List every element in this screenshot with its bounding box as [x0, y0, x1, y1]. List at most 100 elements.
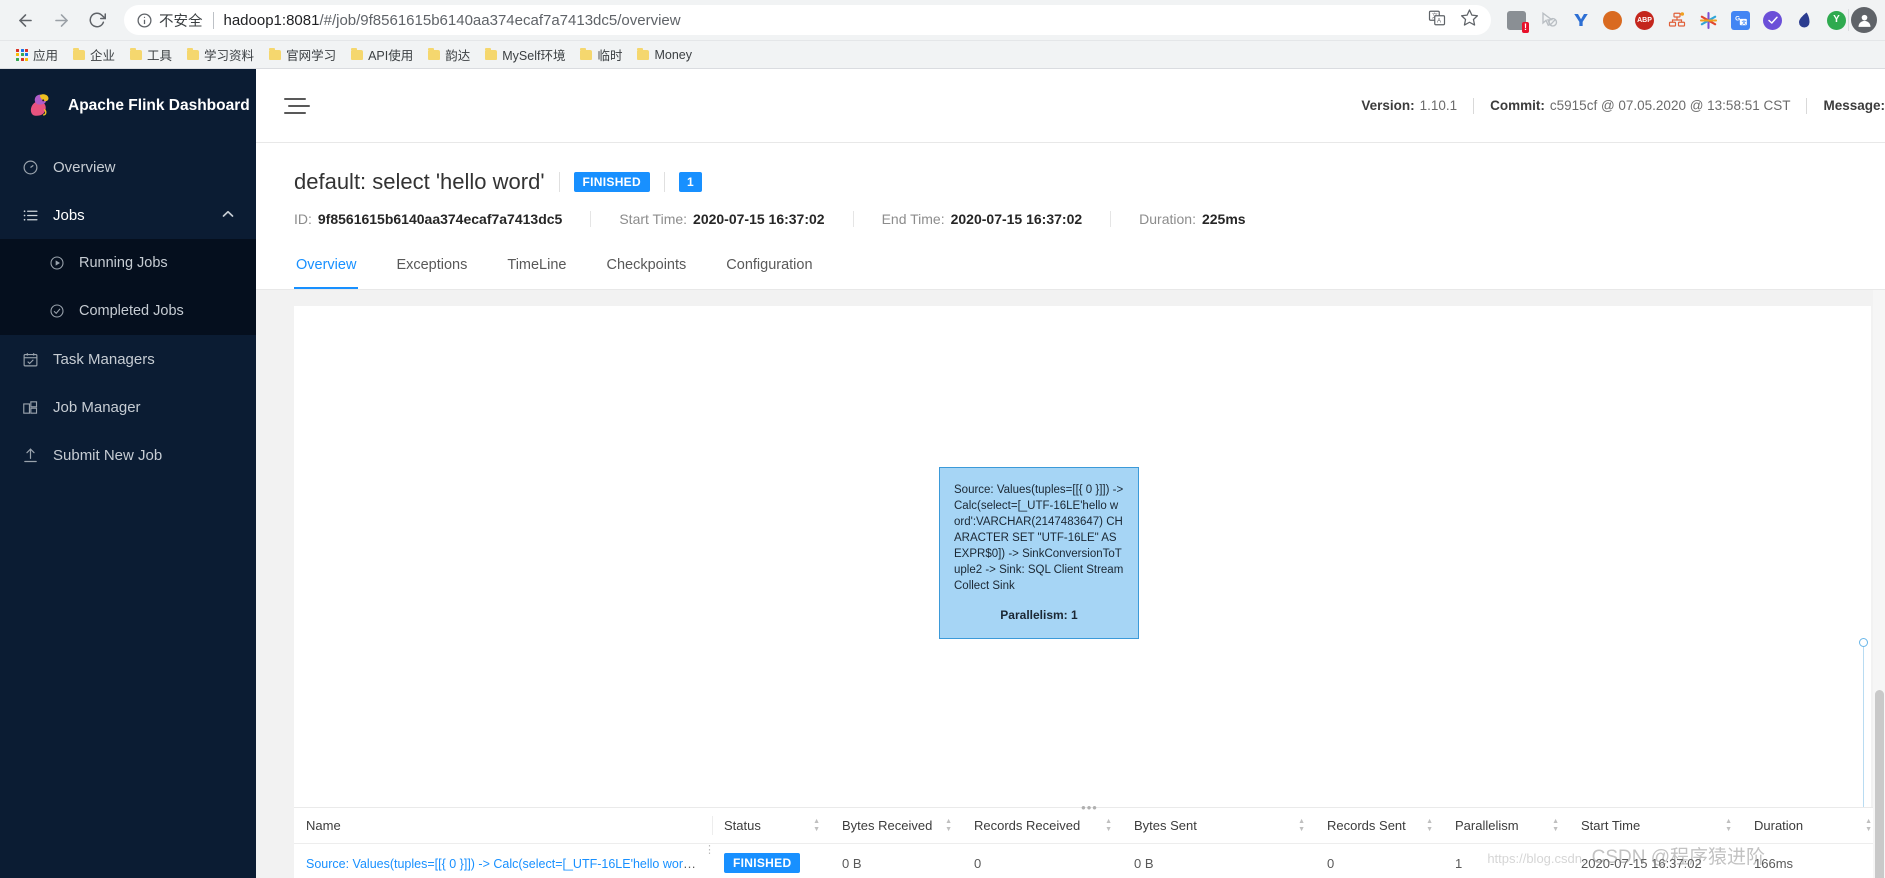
cell-name[interactable]: Source: Values(tuples=[[{ 0 }]]) -> Calc… [294, 844, 712, 878]
job-meta-row: ID: 9f8561615b6140aa374ecaf7a7413dc5 Sta… [294, 211, 1853, 227]
sort-toggle-icon[interactable]: ▲ ▼ [1865, 818, 1872, 833]
toolbar-divider [1848, 9, 1849, 31]
url-text[interactable]: hadoop1:8081/#/job/9f8561615b6140aa374ec… [224, 12, 681, 29]
bookmarks-bar: 应用 企业 工具 学习资料 官网学习 API使用 韵达 MySelf环境 临时 … [0, 40, 1885, 68]
column-header-bytes-sent[interactable]: Bytes Sent ▲ ▼ [1122, 808, 1315, 844]
top-bar: Version: 1.10.1 Commit: c5915cf @ 07.05.… [256, 69, 1885, 143]
column-label: Records Received [974, 818, 1081, 833]
sort-toggle-icon[interactable]: ▲ ▼ [1725, 818, 1732, 833]
address-bar[interactable]: 不安全 hadoop1:8081/#/job/9f8561615b6140aa3… [124, 5, 1491, 35]
site-info-icon[interactable] [136, 12, 153, 29]
column-header-duration[interactable]: Duration ▲ ▼ [1742, 808, 1882, 844]
blocks-icon [22, 399, 39, 416]
sidebar-item-jobs[interactable]: Jobs [0, 191, 256, 239]
back-arrow-icon[interactable] [8, 3, 42, 37]
profile-avatar-icon[interactable] [1851, 7, 1877, 33]
column-label: Name [306, 818, 341, 833]
sort-toggle-icon[interactable]: ▲ ▼ [1298, 818, 1305, 833]
youdao-extension-icon[interactable]: Y [1827, 10, 1846, 30]
column-header-name[interactable]: Name [294, 808, 712, 844]
translate-icon[interactable]: 文A [1428, 9, 1446, 32]
adblock-plus-icon[interactable]: ABP [1635, 10, 1654, 30]
sidebar-item-overview[interactable]: Overview [0, 143, 256, 191]
message-label: Message: [1823, 98, 1885, 113]
tab-exceptions[interactable]: Exceptions [394, 247, 469, 289]
sort-toggle-icon[interactable]: ▲ ▼ [945, 818, 952, 833]
sort-toggle-icon[interactable]: ▲ ▼ [813, 818, 820, 833]
cursor-block-extension-icon[interactable] [1539, 11, 1558, 30]
extension-alert-badge: ! [1522, 21, 1529, 33]
tab-checkpoints[interactable]: Checkpoints [604, 247, 688, 289]
subtask-name-link[interactable]: Source: Values(tuples=[[{ 0 }]]) -> Calc… [306, 856, 706, 871]
bookmark-item-yunda[interactable]: 韵达 [422, 42, 476, 67]
chevron-up-icon[interactable] [222, 210, 234, 221]
y-extension-icon[interactable] [1571, 11, 1590, 30]
column-header-parallelism[interactable]: Parallelism ▲ ▼ [1443, 808, 1569, 844]
brand-header[interactable]: Apache Flink Dashboard [0, 69, 256, 143]
column-header-records-sent[interactable]: Records Sent ▲ ▼ [1315, 808, 1443, 844]
forward-arrow-icon[interactable] [44, 3, 78, 37]
cell-bytes-sent: 0 B [1134, 855, 1154, 871]
cell-records-received: 0 [974, 855, 982, 871]
graph-zoom-handle[interactable] [1859, 638, 1868, 647]
sort-toggle-icon[interactable]: ▲ ▼ [1105, 818, 1112, 833]
tab-timeline[interactable]: TimeLine [505, 247, 568, 289]
water-drop-extension-icon[interactable] [1795, 11, 1814, 30]
star-burst-extension-icon[interactable] [1699, 11, 1718, 30]
bookmark-item-money[interactable]: Money [631, 45, 698, 65]
sidebar-item-job-manager[interactable]: Job Manager [0, 383, 256, 431]
scrollbar-thumb[interactable] [1875, 690, 1884, 878]
sidebar-item-task-managers[interactable]: Task Managers [0, 335, 256, 383]
meta-divider [852, 211, 854, 227]
sidebar-item-completed-jobs[interactable]: Completed Jobs [0, 287, 256, 335]
screenshot-extension-icon[interactable]: ! [1507, 10, 1529, 33]
svg-text:文: 文 [1741, 19, 1746, 26]
bookmark-label: API使用 [368, 49, 414, 63]
google-translate-extension-icon[interactable]: G文 [1731, 10, 1750, 30]
not-secure-label: 不安全 [159, 13, 203, 30]
sort-toggle-icon[interactable]: ▲ ▼ [1426, 818, 1433, 833]
hamburger-menu-icon[interactable] [284, 97, 310, 114]
bookmark-item-gongju[interactable]: 工具 [124, 42, 178, 67]
tab-overview[interactable]: Overview [294, 247, 359, 289]
bookmark-star-icon[interactable] [1460, 8, 1479, 32]
vertical-scrollbar[interactable] [1873, 290, 1885, 878]
sidebar-item-running-jobs[interactable]: Running Jobs [0, 239, 256, 287]
bookmark-item-linshi[interactable]: 临时 [574, 42, 628, 67]
column-header-bytes-received[interactable]: Bytes Received ▲ ▼ [830, 808, 962, 844]
bookmark-item-apps[interactable]: 应用 [10, 42, 64, 67]
column-label: Parallelism [1455, 818, 1519, 833]
firefox-like-extension-icon[interactable] [1603, 10, 1622, 30]
column-grip-handle[interactable]: ⋮ [704, 845, 715, 856]
meta-divider [1806, 97, 1808, 114]
job-graph-node[interactable]: Source: Values(tuples=[[{ 0 }]]) -> Calc… [939, 467, 1139, 639]
omnibox-icons: 文A [1414, 8, 1479, 32]
calendar-check-icon [22, 351, 39, 368]
bookmark-item-guanwangxuexi[interactable]: 官网学习 [263, 42, 342, 67]
bookmark-label: 韵达 [445, 49, 471, 63]
column-header-records-received[interactable]: Records Received ▲ ▼ [962, 808, 1122, 844]
sidebar-item-submit-new-job[interactable]: Submit New Job [0, 431, 256, 479]
table-row[interactable]: Source: Values(tuples=[[{ 0 }]]) -> Calc… [294, 844, 1885, 878]
graph-zoom-track[interactable] [1862, 647, 1864, 807]
job-graph-canvas[interactable]: Source: Values(tuples=[[{ 0 }]]) -> Calc… [294, 306, 1871, 807]
status-badge: FINISHED [573, 172, 650, 192]
duration-label: Duration: [1139, 211, 1196, 227]
bookmark-item-qiye[interactable]: 企业 [67, 42, 121, 67]
reload-icon[interactable] [80, 3, 114, 37]
job-id-label: ID: [294, 211, 312, 227]
check-shield-extension-icon[interactable] [1763, 10, 1782, 30]
bookmark-item-myself[interactable]: MySelf环境 [479, 42, 571, 67]
bookmark-item-apishiyong[interactable]: API使用 [345, 42, 419, 67]
tab-configuration[interactable]: Configuration [724, 247, 814, 289]
bookmark-label: MySelf环境 [502, 49, 566, 63]
column-header-start-time[interactable]: Start Time ▲ ▼ [1569, 808, 1742, 844]
mindmap-extension-icon[interactable] [1667, 11, 1686, 30]
bookmark-item-xuexiziliao[interactable]: 学习资料 [181, 42, 260, 67]
cell-bytes-received: 0 B [842, 855, 862, 871]
sort-toggle-icon[interactable]: ▲ ▼ [1552, 818, 1559, 833]
check-circle-icon [48, 303, 65, 320]
column-header-status[interactable]: Status ▲ ▼ [712, 808, 830, 844]
folder-icon [269, 47, 282, 60]
folder-icon [73, 47, 86, 60]
